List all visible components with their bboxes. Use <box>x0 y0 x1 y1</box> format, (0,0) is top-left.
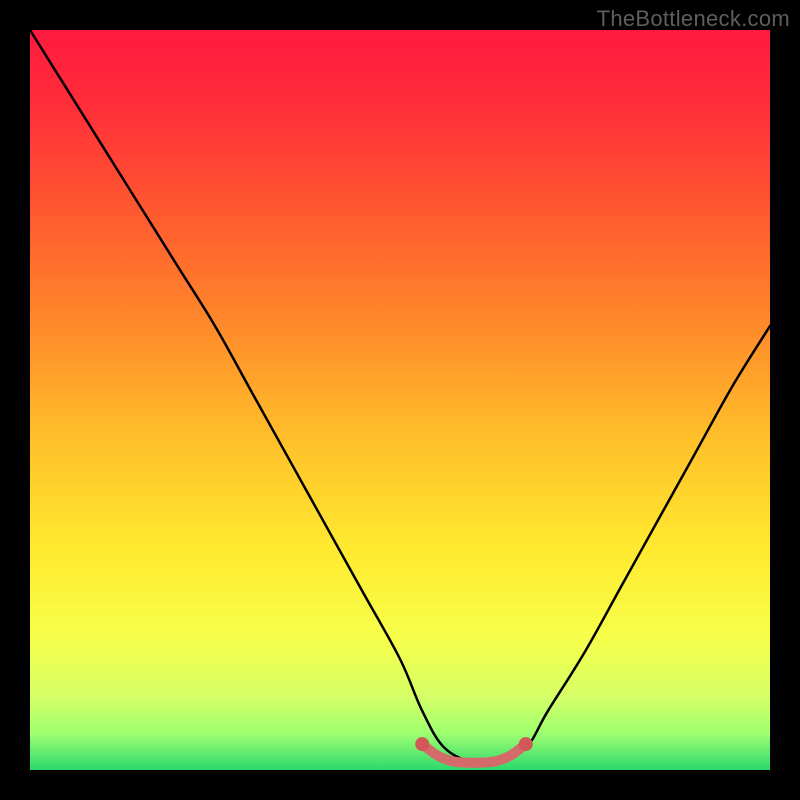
optimal-band-end-right <box>519 737 533 751</box>
chart-frame: TheBottleneck.com <box>0 0 800 800</box>
watermark-text: TheBottleneck.com <box>597 6 790 32</box>
optimal-band-end-left <box>415 737 429 751</box>
bottleneck-chart <box>30 30 770 770</box>
chart-plot-area <box>30 30 770 770</box>
